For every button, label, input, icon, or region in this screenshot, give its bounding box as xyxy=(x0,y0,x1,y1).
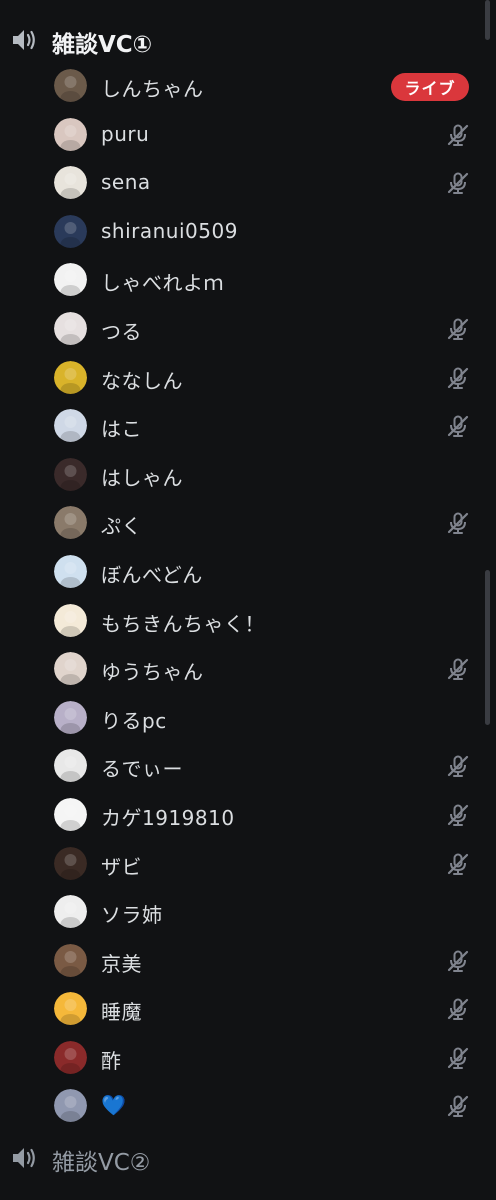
username: はしゃん xyxy=(101,465,183,490)
voice-user-row[interactable]: はこ xyxy=(0,402,496,451)
voice-user-row[interactable]: ゆうちゃん xyxy=(0,645,496,694)
muted-icon xyxy=(447,804,469,826)
username: ゆうちゃん xyxy=(101,660,204,685)
username: 京美 xyxy=(101,951,142,976)
muted-icon xyxy=(447,124,469,146)
avatar xyxy=(54,700,87,734)
username: りるpc xyxy=(101,708,167,733)
muted-icon xyxy=(447,415,469,438)
username: カゲ1919810 xyxy=(101,805,235,830)
username: 睡魔 xyxy=(101,1000,142,1025)
username: はこ xyxy=(101,417,142,442)
avatar xyxy=(54,214,87,248)
avatar xyxy=(54,1040,87,1074)
voice-user-row[interactable]: ぼんべどん xyxy=(0,548,496,597)
voice-user-row[interactable]: もちきんちゃく！ xyxy=(0,597,496,646)
speaker-icon xyxy=(13,30,35,50)
avatar xyxy=(54,797,87,831)
voice-user-row[interactable]: 京美 xyxy=(0,937,496,986)
username: もちきんちゃく！ xyxy=(101,611,265,636)
voice-channel-header[interactable]: 雑談VC② xyxy=(0,1136,496,1180)
avatar xyxy=(54,992,87,1026)
avatar xyxy=(54,943,87,977)
muted-icon xyxy=(447,172,469,195)
avatar xyxy=(54,360,87,394)
speaker-icon xyxy=(13,1148,35,1168)
voice-user-row[interactable]: 💙 xyxy=(0,1082,496,1131)
username: しんちゃん xyxy=(101,77,204,101)
username: 💙 xyxy=(101,1093,127,1118)
voice-user-row[interactable]: ぷく xyxy=(0,499,496,548)
avatar xyxy=(54,311,87,345)
username: ぼんべどん xyxy=(101,562,203,587)
live-badge[interactable]: ライブ xyxy=(391,73,469,101)
avatar xyxy=(54,554,87,588)
muted-icon xyxy=(447,1047,469,1069)
avatar xyxy=(54,1089,87,1123)
channel-name: 雑談VC① xyxy=(52,32,153,58)
avatar xyxy=(54,652,87,686)
voice-user-row[interactable]: 睡魔 xyxy=(0,985,496,1034)
avatar xyxy=(54,409,87,443)
username: つる xyxy=(101,319,142,344)
avatar xyxy=(54,166,87,200)
username: るでぃー xyxy=(101,757,183,782)
avatar xyxy=(54,117,87,151)
avatar xyxy=(54,895,87,929)
voice-user-row[interactable]: ザビ xyxy=(0,840,496,889)
voice-user-row[interactable]: ななしん xyxy=(0,354,496,403)
voice-user-row[interactable]: puru xyxy=(0,111,496,160)
avatar xyxy=(54,506,87,540)
voice-user-row[interactable]: カゲ1919810 xyxy=(0,791,496,840)
voice-user-row[interactable]: るでぃー xyxy=(0,742,496,791)
voice-user-row[interactable]: shiranui0509 xyxy=(0,208,496,257)
username: しゃべれよｍ xyxy=(101,271,224,296)
avatar xyxy=(54,69,87,102)
avatar xyxy=(54,846,87,880)
voice-channel-header[interactable]: 雑談VC① xyxy=(0,18,496,62)
username: ザビ xyxy=(101,854,142,879)
voice-user-row[interactable]: sena xyxy=(0,159,496,208)
muted-icon xyxy=(447,998,469,1021)
muted-icon xyxy=(447,1095,469,1118)
avatar xyxy=(54,457,87,491)
voice-user-row[interactable]: 酢 xyxy=(0,1034,496,1083)
voice-user-list: しんちゃん ライブ puru sena shiranui0509 しゃべれよｍ つるななしん… xyxy=(0,62,496,1131)
avatar xyxy=(54,603,87,637)
muted-icon xyxy=(447,367,469,389)
avatar xyxy=(54,263,87,297)
channel-name: 雑談VC② xyxy=(52,1150,151,1176)
muted-icon xyxy=(447,950,469,972)
muted-icon xyxy=(447,658,469,681)
voice-user-row[interactable]: しんちゃん ライブ xyxy=(0,62,496,111)
avatar xyxy=(54,749,87,783)
voice-user-row[interactable]: ソラ姉 xyxy=(0,888,496,937)
muted-icon xyxy=(447,853,469,875)
voice-user-row[interactable]: はしゃん xyxy=(0,451,496,500)
username: shiranui0509 xyxy=(101,218,238,243)
username: ぷく xyxy=(101,514,142,539)
username: ななしん xyxy=(101,368,183,393)
username: puru xyxy=(101,121,150,146)
voice-user-row[interactable]: しゃべれよｍ xyxy=(0,256,496,305)
muted-icon xyxy=(447,755,469,778)
username: ソラ姉 xyxy=(101,903,163,928)
muted-icon xyxy=(447,318,469,340)
muted-icon xyxy=(447,512,469,535)
voice-channel-panel: 雑談VC① しんちゃん ライブ puru sena shiranui0509 しゃべれよｍ… xyxy=(0,0,496,1200)
voice-user-row[interactable]: りるpc xyxy=(0,694,496,743)
username: sena xyxy=(101,170,151,195)
voice-user-row[interactable]: つる xyxy=(0,305,496,354)
username: 酢 xyxy=(101,1048,122,1073)
